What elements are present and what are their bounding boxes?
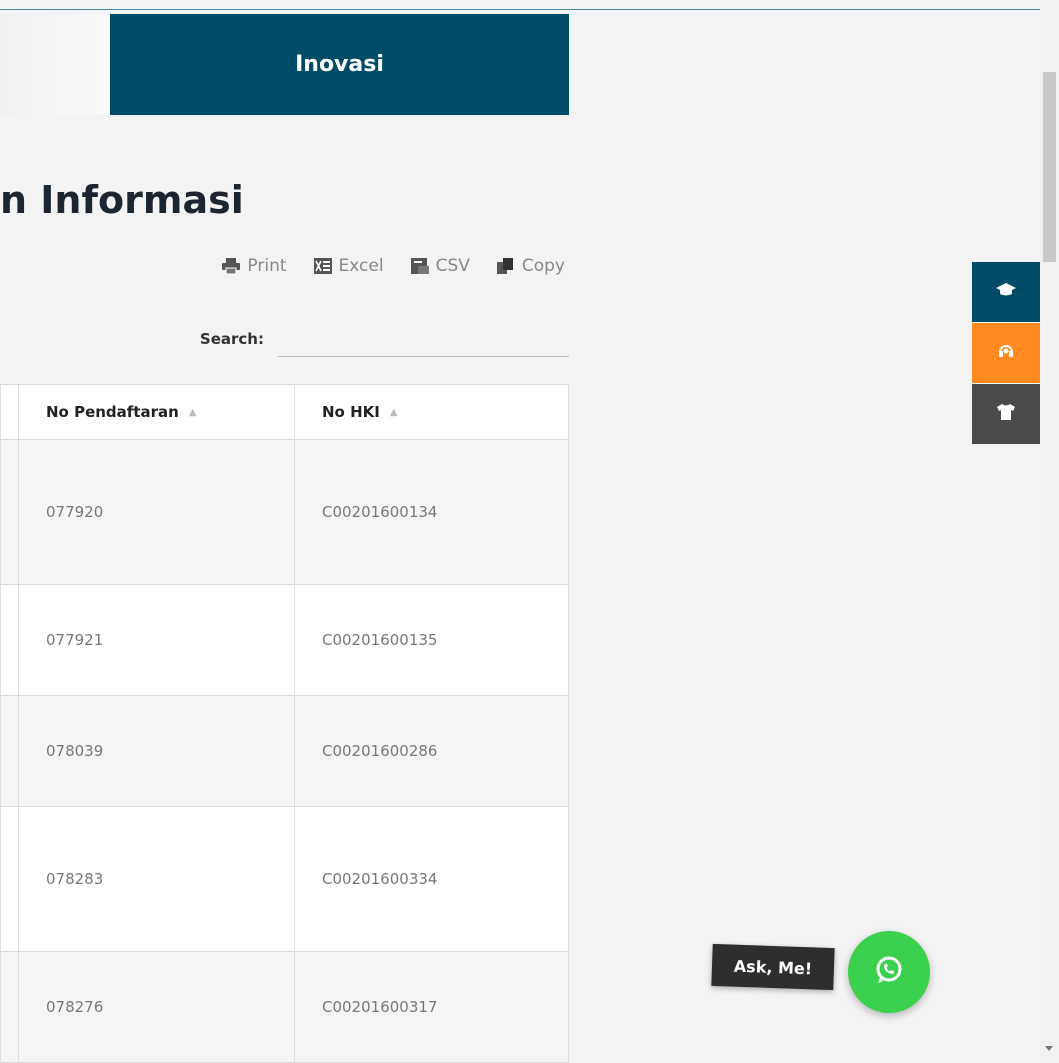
table-row: 077920 C00201600134 <box>0 439 569 585</box>
table-cell-no-pendaftaran: 077921 <box>18 584 295 696</box>
table-cell-no-hki: C00201600134 <box>294 439 569 585</box>
column-header-label: No HKI <box>322 403 380 421</box>
table-row: 078039 C00201600286 <box>0 695 569 807</box>
sort-asc-icon: ▲ <box>188 407 197 418</box>
tshirt-icon <box>996 403 1016 425</box>
chat-label[interactable]: Ask, Me! <box>711 943 835 991</box>
print-label: Print <box>247 256 287 276</box>
column-header-no-pendaftaran[interactable]: No Pendaftaran ▲ <box>18 384 295 440</box>
column-header-label: No Pendaftaran <box>46 403 179 421</box>
copy-icon <box>496 257 516 275</box>
whatsapp-chat-button[interactable] <box>848 931 930 1013</box>
page-title: n Informasi <box>0 178 244 222</box>
headset-icon <box>997 342 1015 364</box>
sort-asc-icon: ▲ <box>389 407 398 418</box>
table-cell <box>0 584 19 696</box>
export-toolbar: Print Excel CSV Copy <box>221 256 565 276</box>
scroll-down-arrow-icon[interactable] <box>1045 1046 1053 1051</box>
table-cell <box>0 951 19 1063</box>
table-cell-no-pendaftaran: 078039 <box>18 695 295 807</box>
column-header-cut[interactable] <box>0 384 19 440</box>
table-cell-no-pendaftaran: 077920 <box>18 439 295 585</box>
table-cell <box>0 806 19 952</box>
table-row: 077921 C00201600135 <box>0 584 569 696</box>
table-cell-no-hki: C00201600334 <box>294 806 569 952</box>
table-cell <box>0 695 19 807</box>
graduation-cap-icon <box>995 282 1017 302</box>
table-cell-no-pendaftaran: 078276 <box>18 951 295 1063</box>
excel-button[interactable]: Excel <box>313 256 384 276</box>
excel-icon <box>313 257 333 275</box>
printer-icon <box>221 257 241 275</box>
csv-button[interactable]: CSV <box>410 256 470 276</box>
search-label: Search: <box>199 329 264 348</box>
table-row: 078276 C00201600317 <box>0 951 569 1063</box>
whatsapp-icon <box>872 953 906 991</box>
csv-icon <box>410 257 430 275</box>
data-table: No Pendaftaran ▲ No HKI ▲ 077920 C00201600… <box>0 384 569 1063</box>
copy-label: Copy <box>521 256 565 276</box>
print-button[interactable]: Print <box>221 256 287 276</box>
csv-label: CSV <box>435 256 470 276</box>
data-table-container: No Pendaftaran ▲ No HKI ▲ 077920 C00201600… <box>0 384 569 1063</box>
side-tab-education[interactable] <box>972 262 1040 322</box>
top-border <box>0 9 1040 10</box>
copy-button[interactable]: Copy <box>496 256 565 276</box>
table-cell-no-hki: C00201600286 <box>294 695 569 807</box>
search-bar: Search: <box>190 320 569 357</box>
table-cell <box>0 439 19 585</box>
table-cell-no-hki: C00201600135 <box>294 584 569 696</box>
table-cell-no-pendaftaran: 078283 <box>18 806 295 952</box>
table-cell-no-hki: C00201600317 <box>294 951 569 1063</box>
scrollbar-thumb[interactable] <box>1043 72 1056 262</box>
side-tab-support[interactable] <box>972 323 1040 383</box>
table-header-row: No Pendaftaran ▲ No HKI ▲ <box>0 384 569 440</box>
menu-item-previous[interactable] <box>0 14 110 115</box>
table-row: 078283 C00201600334 <box>0 806 569 952</box>
column-header-no-hki[interactable]: No HKI ▲ <box>294 384 569 440</box>
excel-label: Excel <box>338 256 384 276</box>
menu-item-inovasi[interactable]: Inovasi <box>110 14 569 115</box>
search-input[interactable] <box>278 320 569 357</box>
side-tab-merchandise[interactable] <box>972 384 1040 444</box>
